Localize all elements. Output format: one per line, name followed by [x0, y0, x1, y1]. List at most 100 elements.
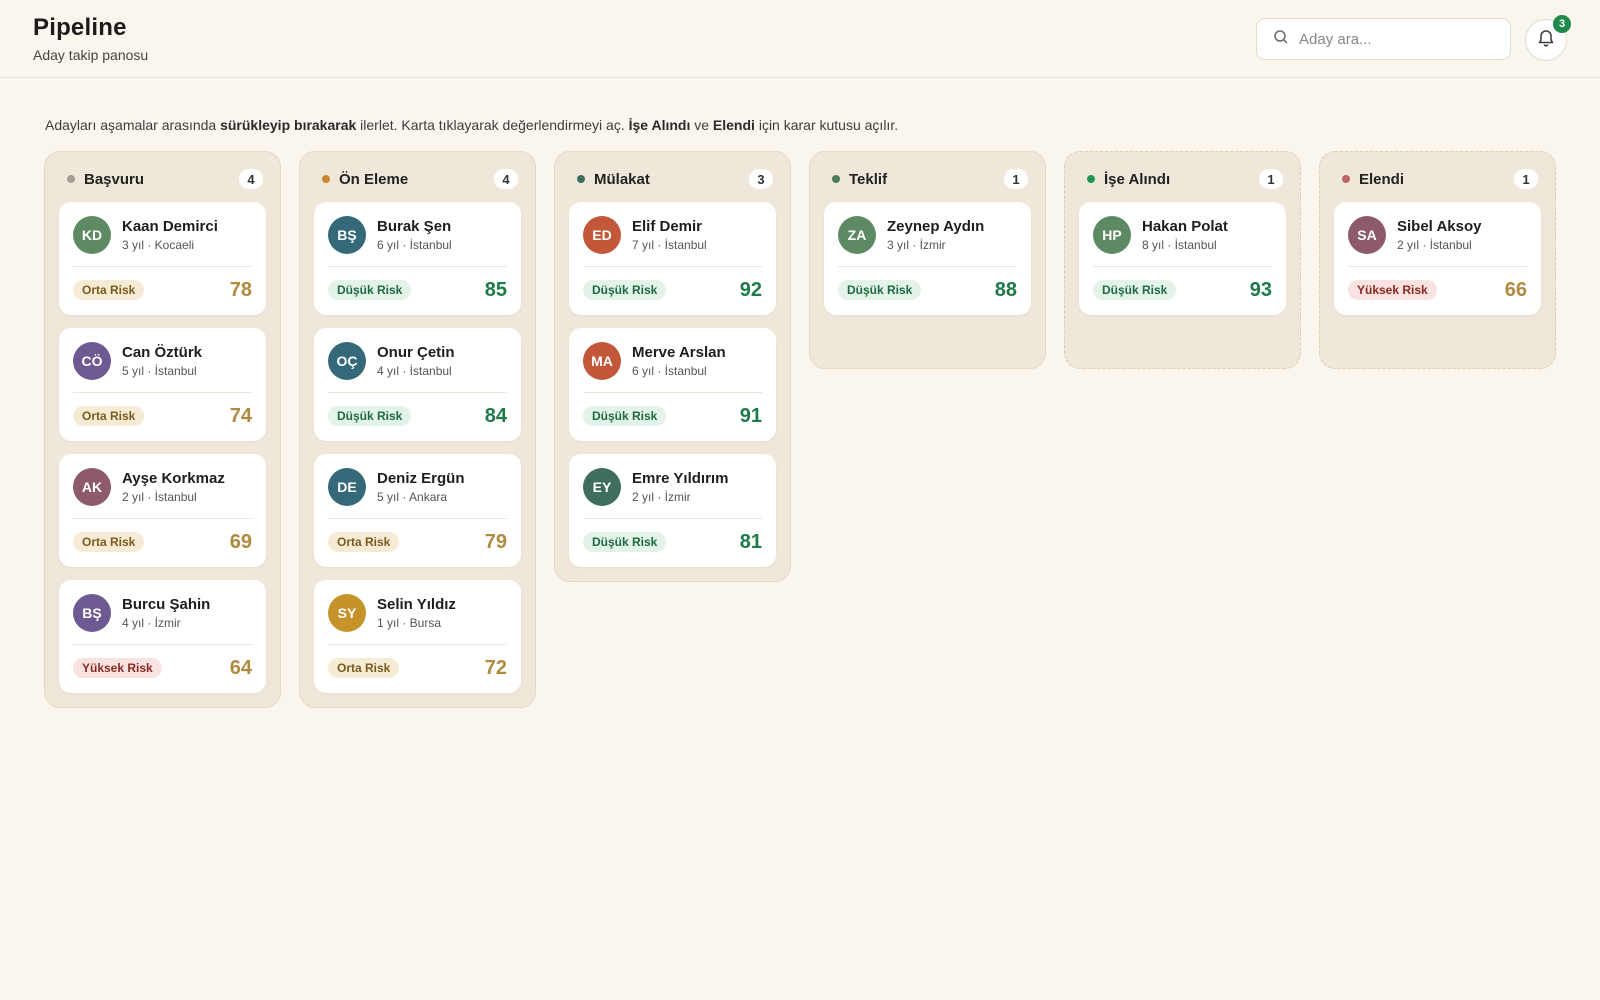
column-header: İşe Alındı 1	[1079, 164, 1286, 194]
candidate-name: Hakan Polat	[1142, 218, 1228, 235]
candidate-name: Elif Demir	[632, 218, 703, 235]
pipeline-column[interactable]: Başvuru 4 KD Kaan Demirci 3 yıl · Kocaeli Ort…	[44, 151, 281, 708]
candidate-score: 88	[994, 278, 1017, 301]
candidate-score: 66	[1504, 278, 1527, 301]
card-header: SA Sibel Aksoy 2 yıl · İstanbul	[1348, 215, 1527, 255]
card-divider	[328, 644, 507, 645]
pipeline-column[interactable]: Elendi 1 SA Sibel Aksoy 2 yıl · İstanbul Yüks…	[1319, 151, 1556, 369]
risk-badge: Düşük Risk	[583, 406, 667, 426]
candidate-card[interactable]: CÖ Can Öztürk 5 yıl · İstanbul Orta Risk 74	[59, 328, 266, 441]
card-header: AK Ayşe Korkmaz 2 yıl · İstanbul	[73, 467, 252, 507]
instructions-part: Adayları aşamalar arasında	[45, 117, 221, 133]
candidate-info: Kaan Demirci 3 yıl · Kocaeli	[122, 218, 218, 252]
card-footer: Orta Risk 72	[328, 657, 507, 679]
candidate-meta: 2 yıl · İstanbul	[1397, 238, 1472, 252]
candidate-info: Deniz Ergün 5 yıl · Ankara	[377, 470, 465, 504]
candidate-info: Hakan Polat 8 yıl · İstanbul	[1142, 218, 1228, 252]
candidate-card[interactable]: EY Emre Yıldırım 2 yıl · İzmir Düşük Risk 81	[569, 454, 776, 567]
instructions-part: ve	[690, 117, 713, 133]
search-box[interactable]	[1256, 18, 1511, 60]
page-title: Pipeline	[33, 14, 127, 41]
candidate-meta: 3 yıl · İzmir	[887, 238, 946, 252]
candidate-score: 85	[484, 278, 507, 301]
risk-badge: Orta Risk	[73, 406, 145, 426]
column-count-badge: 4	[494, 169, 518, 189]
candidate-card[interactable]: ZA Zeynep Aydın 3 yıl · İzmir Düşük Risk 88	[824, 202, 1031, 315]
candidate-card[interactable]: SY Selin Yıldız 1 yıl · Bursa Orta Risk 72	[314, 580, 521, 693]
pipeline-column[interactable]: Ön Eleme 4 BŞ Burak Şen 6 yıl · İstanbul Düşü…	[299, 151, 536, 708]
candidate-meta: 7 yıl · İstanbul	[632, 238, 707, 252]
column-title: İşe Alındı	[1104, 170, 1171, 188]
candidate-card[interactable]: BŞ Burcu Şahin 4 yıl · İzmir Yüksek Risk 64	[59, 580, 266, 693]
candidate-meta: 6 yıl · İstanbul	[377, 238, 452, 252]
card-footer: Orta Risk 79	[328, 531, 507, 553]
avatar: AK	[73, 468, 111, 506]
candidate-card[interactable]: AK Ayşe Korkmaz 2 yıl · İstanbul Orta Risk 6…	[59, 454, 266, 567]
candidate-name: Burak Şen	[377, 218, 452, 235]
column-count-badge: 1	[1514, 169, 1538, 189]
avatar: KD	[73, 216, 111, 254]
column-title: Teklif	[849, 170, 888, 188]
column-header: Başvuru 4	[59, 164, 266, 194]
column-title: Başvuru	[84, 170, 145, 188]
candidate-info: Ayşe Korkmaz 2 yıl · İstanbul	[122, 470, 225, 504]
column-status-dot	[67, 175, 75, 183]
candidate-info: Zeynep Aydın 3 yıl · İzmir	[887, 218, 984, 252]
candidate-name: Emre Yıldırım	[632, 470, 729, 487]
card-divider	[73, 266, 252, 267]
avatar: CÖ	[73, 342, 111, 380]
avatar: EY	[583, 468, 621, 506]
candidate-name: Selin Yıldız	[377, 596, 456, 613]
candidate-meta: 8 yıl · İstanbul	[1142, 238, 1217, 252]
card-divider	[1348, 266, 1527, 267]
card-header: DE Deniz Ergün 5 yıl · Ankara	[328, 467, 507, 507]
candidate-card[interactable]: OÇ Onur Çetin 4 yıl · İstanbul Düşük Risk 84	[314, 328, 521, 441]
candidate-meta: 3 yıl · Kocaeli	[122, 238, 195, 252]
candidate-name: Zeynep Aydın	[887, 218, 985, 235]
column-status-dot	[832, 175, 840, 183]
pipeline-column[interactable]: İşe Alındı 1 HP Hakan Polat 8 yıl · İstanbul…	[1064, 151, 1301, 369]
card-divider	[328, 518, 507, 519]
risk-badge: Düşük Risk	[838, 280, 922, 300]
risk-badge: Orta Risk	[328, 532, 400, 552]
pipeline-column[interactable]: Mülakat 3 ED Elif Demir 7 yıl · İstanbul Düşü…	[554, 151, 791, 582]
card-header: BŞ Burak Şen 6 yıl · İstanbul	[328, 215, 507, 255]
avatar: SY	[328, 594, 366, 632]
title-block: Pipeline Aday takip panosu	[33, 14, 148, 63]
candidate-score: 92	[739, 278, 762, 301]
candidate-score: 74	[229, 404, 252, 427]
card-divider	[328, 266, 507, 267]
candidate-info: Onur Çetin 4 yıl · İstanbul	[377, 344, 455, 378]
notifications-button[interactable]: 3	[1525, 15, 1571, 61]
card-header: OÇ Onur Çetin 4 yıl · İstanbul	[328, 341, 507, 381]
instructions-bold: sürükleyip bırakarak	[220, 117, 357, 133]
candidate-meta: 5 yıl · İstanbul	[122, 364, 197, 378]
column-header: Ön Eleme 4	[314, 164, 521, 194]
candidate-card[interactable]: KD Kaan Demirci 3 yıl · Kocaeli Orta Risk 78	[59, 202, 266, 315]
column-header: Teklif 1	[824, 164, 1031, 194]
candidate-card[interactable]: HP Hakan Polat 8 yıl · İstanbul Düşük Risk 9…	[1079, 202, 1286, 315]
card-footer: Düşük Risk 85	[328, 279, 507, 301]
candidate-info: Merve Arslan 6 yıl · İstanbul	[632, 344, 726, 378]
candidate-card[interactable]: DE Deniz Ergün 5 yıl · Ankara Orta Risk 79	[314, 454, 521, 567]
pipeline-column[interactable]: Teklif 1 ZA Zeynep Aydın 3 yıl · İzmir Düşük …	[809, 151, 1046, 369]
candidate-card[interactable]: ED Elif Demir 7 yıl · İstanbul Düşük Risk 92	[569, 202, 776, 315]
card-header: CÖ Can Öztürk 5 yıl · İstanbul	[73, 341, 252, 381]
card-header: KD Kaan Demirci 3 yıl · Kocaeli	[73, 215, 252, 255]
candidate-card[interactable]: BŞ Burak Şen 6 yıl · İstanbul Düşük Risk 85	[314, 202, 521, 315]
card-footer: Orta Risk 69	[73, 531, 252, 553]
avatar: DE	[328, 468, 366, 506]
card-footer: Düşük Risk 91	[583, 405, 762, 427]
candidate-score: 91	[739, 404, 762, 427]
risk-badge: Orta Risk	[73, 280, 145, 300]
candidate-card[interactable]: SA Sibel Aksoy 2 yıl · İstanbul Yüksek Risk…	[1334, 202, 1541, 315]
bell-icon	[1536, 28, 1556, 53]
card-footer: Yüksek Risk 64	[73, 657, 252, 679]
search-input[interactable]	[1299, 30, 1499, 48]
candidate-meta: 2 yıl · İstanbul	[122, 490, 197, 504]
candidate-card[interactable]: MA Merve Arslan 6 yıl · İstanbul Düşük Risk…	[569, 328, 776, 441]
card-header: ZA Zeynep Aydın 3 yıl · İzmir	[838, 215, 1017, 255]
card-header: HP Hakan Polat 8 yıl · İstanbul	[1093, 215, 1272, 255]
card-footer: Düşük Risk 81	[583, 531, 762, 553]
card-divider	[73, 518, 252, 519]
